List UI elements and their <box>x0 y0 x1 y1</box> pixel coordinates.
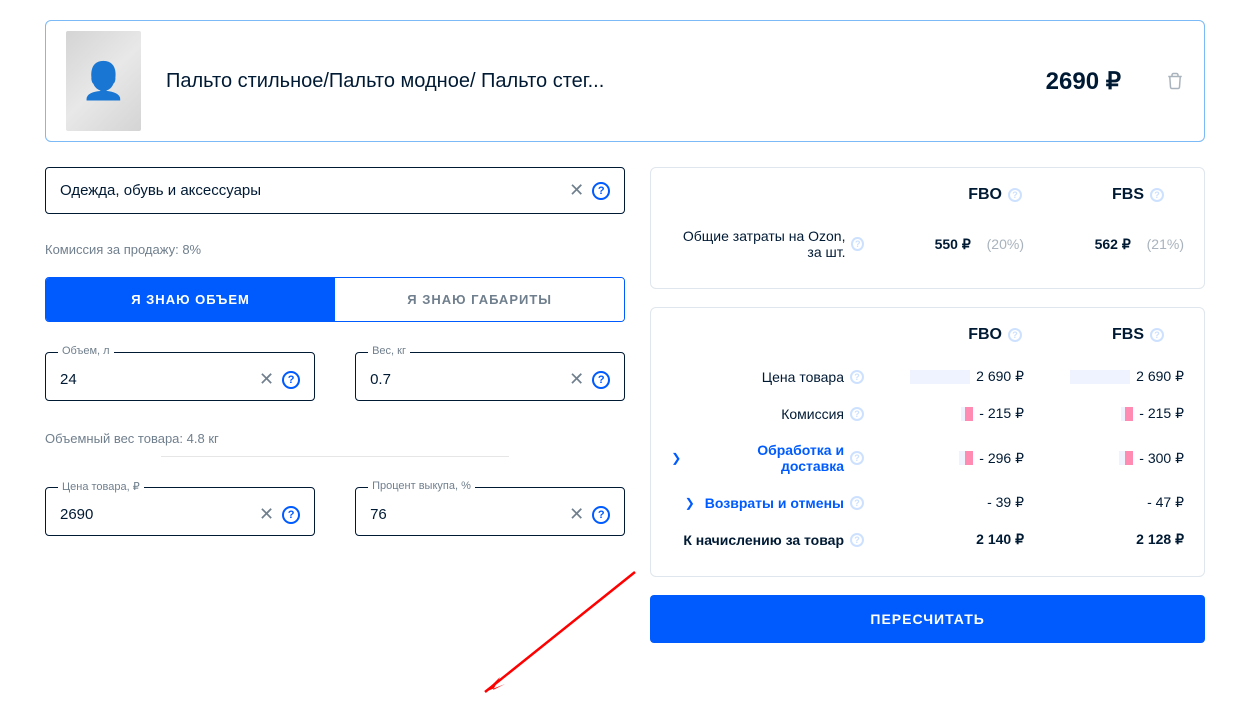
row-returns-fbo: - 39 ₽ <box>864 494 1024 511</box>
product-price: 2690 ₽ <box>1046 67 1121 96</box>
volume-label: Объем, л <box>58 345 114 357</box>
row-payout-label: К начислению за товар? <box>671 532 864 548</box>
buyout-label: Процент выкупа, % <box>368 480 475 492</box>
fbs-header: FBS? <box>1112 186 1164 204</box>
chevron-right-icon: ❯ <box>671 451 681 465</box>
row-commission-label: Комиссия? <box>671 406 864 422</box>
row-commission-fbs: - 215 ₽ <box>1024 405 1184 422</box>
commission-label: Комиссия за продажу: 8% <box>45 242 625 257</box>
product-card: Пальто стильное/Пальто модное/ Пальто ст… <box>45 20 1205 142</box>
row-processing-fbs: - 300 ₽ <box>1024 450 1184 467</box>
clear-icon[interactable]: ✕ <box>569 504 584 525</box>
volume-input[interactable] <box>60 371 259 388</box>
help-icon[interactable]: ? <box>282 506 300 524</box>
row-returns-fbs: - 47 ₽ <box>1024 494 1184 511</box>
trash-icon[interactable] <box>1166 71 1184 91</box>
clear-icon[interactable]: ✕ <box>569 369 584 390</box>
fbo-header: FBO? <box>968 326 1022 344</box>
price-input[interactable] <box>60 506 259 523</box>
help-icon[interactable]: ? <box>592 182 610 200</box>
summary-panel: FBO? FBS? Общие затраты на Ozon, за шт.?… <box>650 167 1205 289</box>
buyout-input[interactable] <box>370 506 569 523</box>
weight-input[interactable] <box>370 371 569 388</box>
category-input-wrap[interactable]: ✕ ? <box>45 167 625 214</box>
help-icon[interactable]: ? <box>1008 328 1022 342</box>
help-icon[interactable]: ? <box>592 506 610 524</box>
fbs-header: FBS? <box>1112 326 1164 344</box>
price-label: Цена товара, ₽ <box>58 480 144 493</box>
weight-input-wrap[interactable]: Вес, кг ✕ ? <box>355 352 625 401</box>
row-payout-fbo: 2 140 ₽ <box>864 531 1024 548</box>
help-icon[interactable]: ? <box>592 371 610 389</box>
help-icon[interactable]: ? <box>850 496 864 510</box>
annotation-arrow-icon <box>465 562 645 702</box>
buyout-input-wrap[interactable]: Процент выкупа, % ✕ ? <box>355 487 625 536</box>
help-icon[interactable]: ? <box>282 371 300 389</box>
chevron-right-icon: ❯ <box>685 496 695 510</box>
row-payout-fbs: 2 128 ₽ <box>1024 531 1184 548</box>
tab-volume[interactable]: Я ЗНАЮ ОБЪЕМ <box>46 278 335 321</box>
help-icon[interactable]: ? <box>851 237 864 251</box>
clear-icon[interactable]: ✕ <box>259 504 274 525</box>
product-image <box>66 31 141 131</box>
volumetric-weight-label: Объемный вес товара: 4.8 кг <box>45 431 625 446</box>
row-processing-fbo: - 296 ₽ <box>864 450 1024 467</box>
help-icon[interactable]: ? <box>850 451 864 465</box>
product-title: Пальто стильное/Пальто модное/ Пальто ст… <box>166 70 1021 93</box>
detail-panel: FBO? FBS? Цена товара? 2 690 ₽ 2 690 ₽ К… <box>650 307 1205 577</box>
category-input[interactable] <box>60 182 569 199</box>
help-icon[interactable]: ? <box>1150 328 1164 342</box>
tab-dimensions[interactable]: Я ЗНАЮ ГАБАРИТЫ <box>335 278 624 321</box>
help-icon[interactable]: ? <box>850 407 864 421</box>
weight-label: Вес, кг <box>368 345 410 357</box>
row-price-label: Цена товара? <box>671 369 864 385</box>
price-input-wrap[interactable]: Цена товара, ₽ ✕ ? <box>45 487 315 536</box>
total-fbs: 562 ₽ (21%) <box>1024 236 1184 253</box>
clear-icon[interactable]: ✕ <box>569 180 584 201</box>
row-commission-fbo: - 215 ₽ <box>864 405 1024 422</box>
recalculate-button[interactable]: ПЕРЕСЧИТАТЬ <box>650 595 1205 643</box>
help-icon[interactable]: ? <box>1008 188 1022 202</box>
help-icon[interactable]: ? <box>850 533 864 547</box>
tab-group: Я ЗНАЮ ОБЪЕМ Я ЗНАЮ ГАБАРИТЫ <box>45 277 625 322</box>
help-icon[interactable]: ? <box>1150 188 1164 202</box>
total-cost-label: Общие затраты на Ozon, за шт.? <box>671 228 864 260</box>
fbo-header: FBO? <box>968 186 1022 204</box>
help-icon[interactable]: ? <box>850 370 864 384</box>
row-processing-label[interactable]: ❯Обработка и доставка? <box>671 442 864 474</box>
divider <box>161 456 509 457</box>
clear-icon[interactable]: ✕ <box>259 369 274 390</box>
volume-input-wrap[interactable]: Объем, л ✕ ? <box>45 352 315 401</box>
total-fbo: 550 ₽ (20%) <box>864 236 1024 253</box>
row-price-fbs: 2 690 ₽ <box>1024 368 1184 385</box>
row-price-fbo: 2 690 ₽ <box>864 368 1024 385</box>
row-returns-label[interactable]: ❯Возвраты и отмены? <box>671 495 864 511</box>
